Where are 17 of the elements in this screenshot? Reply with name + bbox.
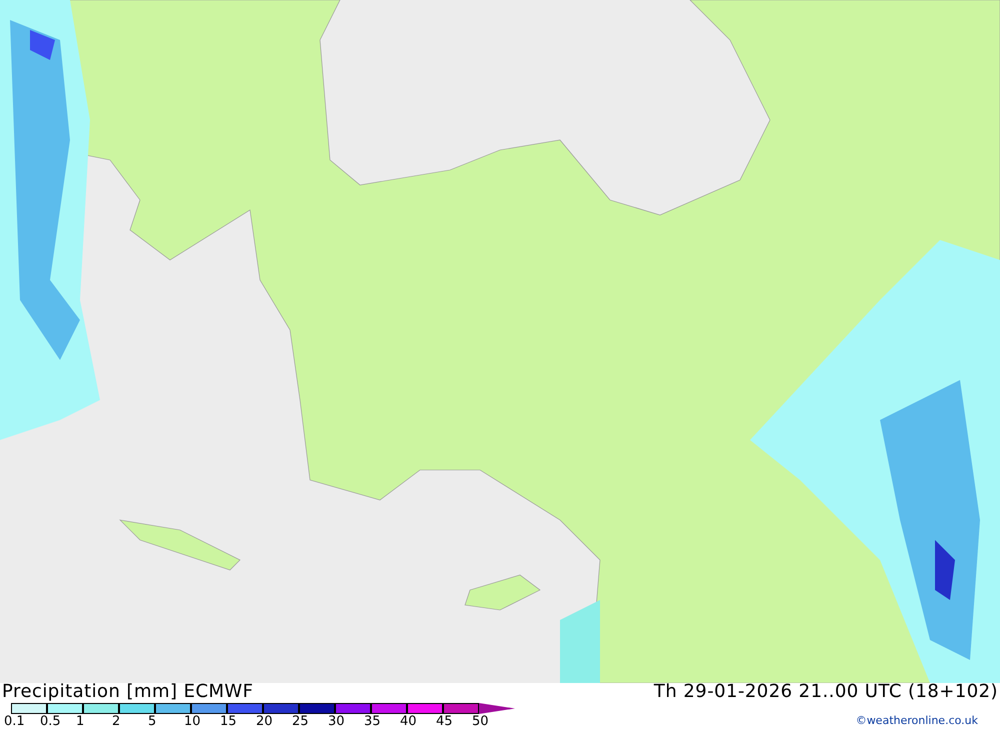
scale-label: 0.5: [40, 715, 61, 728]
scale-label: 30: [328, 715, 345, 728]
scale-label: 45: [436, 715, 453, 728]
scale-label: 50: [472, 715, 489, 728]
scale-label: 1: [76, 715, 84, 728]
scale-label: 25: [292, 715, 309, 728]
map-title: Precipitation [mm] ECMWF: [2, 683, 254, 701]
scale-label: 35: [364, 715, 381, 728]
scale-label: 0.1: [4, 715, 25, 728]
scale-label: 20: [256, 715, 273, 728]
scale-label: 5: [148, 715, 156, 728]
scale-label: 2: [112, 715, 120, 728]
scale-label: 40: [400, 715, 417, 728]
copyright-link[interactable]: ©weatheronline.co.uk: [856, 715, 978, 726]
valid-time: Th 29-01-2026 21..00 UTC (18+102): [654, 683, 998, 701]
scale-label: 10: [184, 715, 201, 728]
scale-label: 15: [220, 715, 237, 728]
